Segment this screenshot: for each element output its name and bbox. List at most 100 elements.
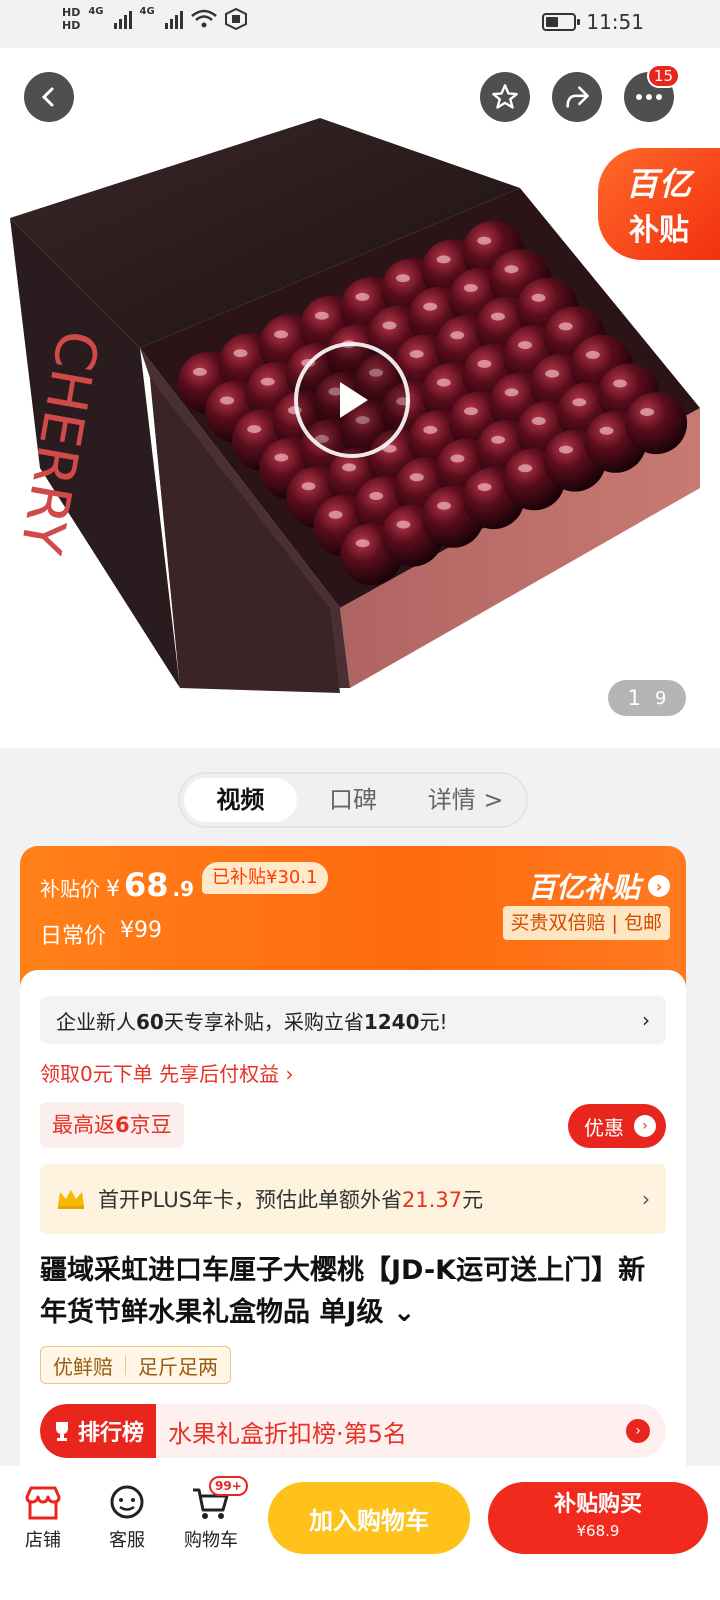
guarantee-badge[interactable]: 买贵双倍赔 | 包邮	[502, 906, 670, 940]
subsidy-tag-line2: 补贴	[629, 213, 689, 248]
more-button[interactable]: 15	[624, 64, 680, 122]
pager-current: 1	[627, 686, 641, 710]
cherry-highlight	[613, 379, 627, 388]
cart-icon-wrap: 99+	[191, 1476, 248, 1526]
clock: 11:51	[586, 10, 644, 34]
cherry-highlight	[599, 426, 614, 435]
cherry-highlight	[260, 377, 275, 386]
pager-total: 9	[654, 687, 667, 709]
already-subsidized-badge: 已补贴¥30.1	[202, 862, 328, 894]
play-icon	[340, 382, 368, 418]
plus-amount: 21.37	[402, 1188, 463, 1212]
subsidy-tag-line1: 百亿	[625, 165, 692, 203]
cherry-highlight	[409, 350, 424, 359]
store-button[interactable]: 店铺	[8, 1480, 78, 1552]
store-icon-wrap	[23, 1480, 63, 1526]
cherry-highlight	[450, 454, 465, 463]
price-decimal: .9	[172, 877, 195, 901]
plus-card-promo[interactable]: 首开PLUS年卡，预估此单额外省21.37元 ›	[40, 1164, 666, 1234]
cherry-highlight	[409, 473, 424, 482]
beans-suffix: 京豆	[129, 1113, 172, 1137]
cherry-highlight	[531, 293, 546, 302]
cherry-highlight	[382, 321, 397, 330]
notice-text: 企业新人60天专享补贴，采购立省1240元!	[56, 1006, 448, 1035]
cherry-highlight	[247, 425, 262, 434]
notice-amount: 1240	[363, 1009, 420, 1034]
cherry-highlight	[477, 236, 492, 245]
cherry-highlight	[558, 445, 573, 454]
buy-button-label: 补贴购买	[553, 1492, 642, 1517]
tab-reviews[interactable]: 口碑	[297, 778, 410, 822]
more-icon	[636, 94, 662, 100]
ranking-text: 水果礼盒折扣榜·第5名	[168, 1419, 407, 1448]
daily-price-row: 日常价 ¥99	[40, 918, 162, 950]
tab-video[interactable]: 视频	[184, 778, 297, 822]
coupon-button[interactable]: 优惠 ›	[568, 1104, 666, 1148]
cherry-highlight	[490, 312, 505, 321]
cherry-highlight	[477, 483, 492, 492]
service-tags[interactable]: 优鲜赔 足斤足两	[40, 1346, 231, 1384]
cart-label: 购物车	[184, 1530, 238, 1551]
wifi-icon	[190, 9, 217, 28]
cherry-highlight	[423, 302, 438, 311]
hd-indicator: HD HD	[62, 6, 80, 32]
subsidy-buy-button[interactable]: 补贴购买 ¥68.9	[488, 1482, 708, 1554]
share-button[interactable]	[552, 72, 602, 122]
cherry-highlight	[233, 349, 248, 358]
hand-shield-icon	[224, 8, 247, 30]
cherry-highlight	[355, 292, 370, 301]
network-label-1: 4G	[88, 6, 104, 17]
chevron-right-icon: ›	[648, 875, 670, 897]
favorite-button[interactable]	[480, 72, 530, 122]
cherry	[625, 392, 688, 455]
tag-fresh-guarantee: 优鲜赔	[53, 1354, 113, 1379]
cherry-highlight	[531, 417, 546, 425]
cherry-highlight	[436, 255, 451, 264]
cherry-highlight	[274, 453, 289, 462]
message-count-badge: 15	[646, 64, 680, 88]
ranking-banner[interactable]: 排行榜 水果礼盒折扣榜·第5名 ›	[40, 1404, 666, 1458]
status-left: HD HD 4G 4G	[62, 6, 247, 32]
currency-symbol: ¥	[106, 877, 120, 902]
cherry-highlight	[328, 510, 343, 519]
tab-details[interactable]: 详情 >	[409, 778, 522, 822]
pay-later-link[interactable]: 领取0元下单 先享后付权益 ›	[40, 1058, 293, 1087]
customer-service-button[interactable]: 客服	[92, 1480, 162, 1552]
cherry-highlight	[572, 398, 587, 407]
cherry-highlight	[342, 463, 357, 472]
play-video-button[interactable]	[294, 342, 410, 458]
hd-top-label: HD	[62, 6, 81, 19]
cherry-highlight	[355, 539, 370, 548]
customer-service-icon	[110, 1485, 144, 1519]
cherry-highlight	[396, 274, 410, 283]
enterprise-subsidy-notice[interactable]: 企业新人60天专享补贴，采购立省1240元! ›	[40, 996, 666, 1044]
cherry-highlight	[369, 492, 384, 500]
back-button[interactable]	[24, 72, 74, 122]
notice-mid: 天专享补贴，采购立省	[163, 1009, 364, 1034]
add-to-cart-button[interactable]: 加入购物车	[268, 1482, 470, 1554]
battery-level	[546, 17, 559, 27]
product-title[interactable]: 疆域采虹进口车厘子大樱桃【JD-K运可送上门】新年货节鲜水果礼盒物品 单J级 ⌄	[40, 1250, 666, 1334]
signal-icon	[164, 9, 183, 29]
product-info-panel: 企业新人60天专享补贴，采购立省1240元! › 领取0元下单 先享后付权益 ›…	[20, 970, 686, 1490]
battery-icon	[542, 13, 581, 31]
cherry-highlight	[558, 322, 573, 331]
cart-button[interactable]: 99+ 购物车	[176, 1476, 248, 1552]
cherry-highlight	[518, 341, 533, 350]
share-icon	[566, 86, 589, 108]
ranking-label: 排行榜	[40, 1404, 157, 1458]
cherry-highlight	[504, 388, 519, 397]
beans-prefix: 最高返	[52, 1113, 115, 1137]
price-integer: 68	[124, 866, 169, 904]
jd-beans-rebate: 最高返6京豆	[40, 1102, 184, 1148]
subsidy-price-row: 补贴价 ¥ 68 .9	[40, 866, 194, 904]
star-icon	[492, 84, 518, 109]
status-bar: HD HD 4G 4G 11:51	[0, 0, 720, 48]
crown-icon	[58, 1190, 84, 1209]
cherry-highlight	[436, 378, 451, 387]
notice-prefix: 企业新人	[56, 1009, 136, 1034]
cherry-highlight	[220, 396, 234, 405]
product-gallery[interactable]: CHERRY 15 百亿 补贴 1 9	[0, 48, 720, 748]
billion-subsidy-link[interactable]: 百亿补贴 ›	[528, 866, 670, 906]
subsidy-corner-tag[interactable]: 百亿 补贴	[598, 148, 720, 260]
